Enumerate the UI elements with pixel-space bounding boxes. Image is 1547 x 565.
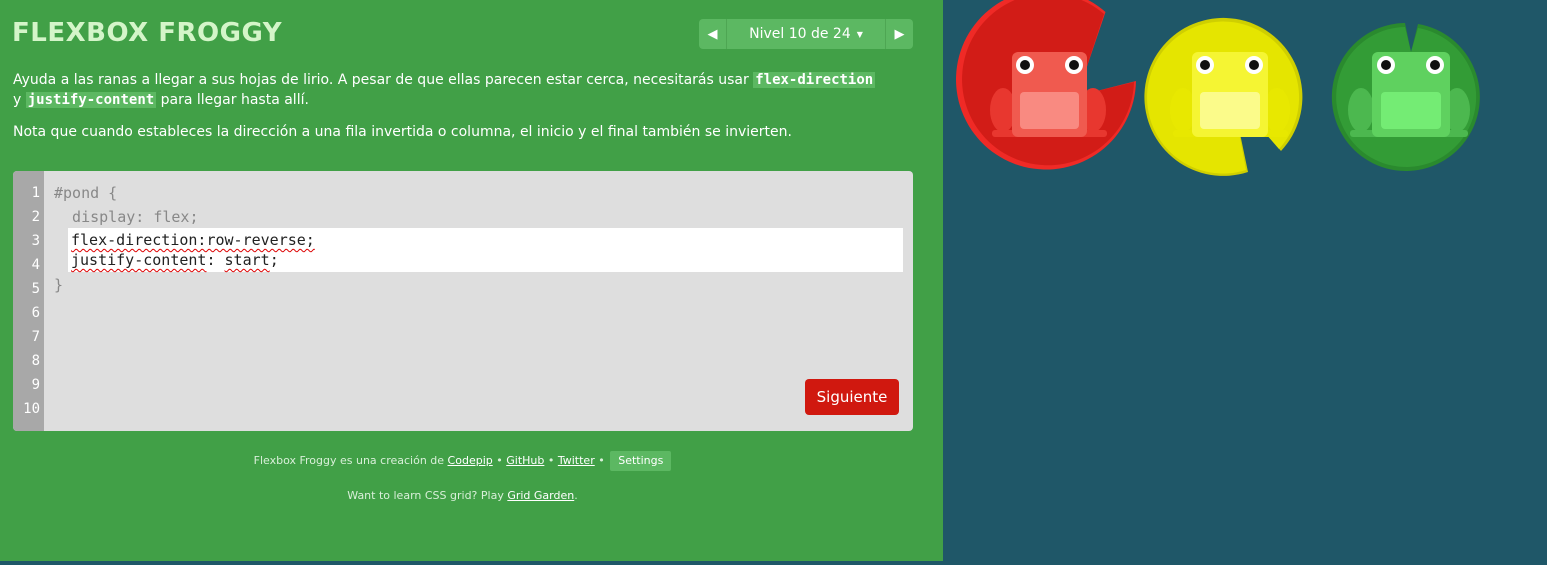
input-line-1: flex-direction:row-reverse; bbox=[71, 231, 315, 249]
twitter-link[interactable]: Twitter bbox=[558, 454, 595, 467]
level-navigator: ◀ Nivel 10 de 24 ▼ ▶ bbox=[699, 19, 913, 49]
caret-down-icon: ▼ bbox=[856, 29, 863, 39]
settings-button[interactable]: Settings bbox=[610, 451, 672, 471]
instructions: Ayuda a las ranas a llegar a sus hojas d… bbox=[13, 70, 883, 154]
code-line-1: #pond { bbox=[54, 184, 118, 202]
codepip-link[interactable]: Codepip bbox=[448, 454, 493, 467]
line-number: 1 bbox=[31, 185, 40, 201]
line-number: 9 bbox=[31, 377, 40, 393]
css-input[interactable]: flex-direction:row-reverse; justify-cont… bbox=[68, 228, 903, 272]
prev-level-button[interactable]: ◀ bbox=[699, 19, 727, 49]
input-property: justify-content bbox=[71, 251, 207, 269]
input-value: start bbox=[224, 251, 270, 269]
code-line-5: } bbox=[54, 276, 64, 294]
instructions-panel: FLEXBOX FROGGY ◀ Nivel 10 de 24 ▼ ▶ Ayud… bbox=[0, 0, 943, 561]
arrow-right-icon: ▶ bbox=[894, 26, 905, 42]
level-dropdown[interactable]: Nivel 10 de 24 ▼ bbox=[727, 19, 885, 49]
line-number: 10 bbox=[23, 401, 40, 417]
code-editor: 1 2 3 4 5 6 7 8 9 10 #pond { display: fl… bbox=[13, 171, 913, 431]
grid-garden-link[interactable]: Grid Garden bbox=[507, 489, 574, 502]
input-text-1: flex-direction:row-reverse; bbox=[71, 231, 315, 249]
line-number: 3 bbox=[31, 233, 40, 249]
flex-direction-tag: flex-direction bbox=[753, 72, 876, 88]
line-number: 5 bbox=[31, 281, 40, 297]
next-level-button[interactable]: ▶ bbox=[885, 19, 913, 49]
code-line-2: display: flex; bbox=[54, 208, 199, 226]
line-number: 4 bbox=[31, 257, 40, 273]
line-number: 8 bbox=[31, 353, 40, 369]
level-label: Nivel 10 de 24 bbox=[749, 26, 851, 42]
line-number: 7 bbox=[31, 329, 40, 345]
next-button[interactable]: Siguiente bbox=[805, 379, 899, 415]
justify-content-tag: justify-content bbox=[25, 92, 157, 108]
instructions-paragraph-2: Nota que cuando estableces la dirección … bbox=[13, 124, 792, 140]
line-number-gutter: 1 2 3 4 5 6 7 8 9 10 bbox=[13, 171, 44, 431]
pond bbox=[943, 0, 1547, 561]
instructions-paragraph-1: Ayuda a las ranas a llegar a sus hojas d… bbox=[13, 72, 876, 108]
arrow-left-icon: ◀ bbox=[707, 26, 718, 42]
app-title: FLEXBOX FROGGY bbox=[12, 18, 283, 48]
input-line-2: justify-content: start; bbox=[71, 251, 279, 269]
line-number: 6 bbox=[31, 305, 40, 321]
line-number: 2 bbox=[31, 209, 40, 225]
credits: Flexbox Froggy es una creación de Codepi… bbox=[0, 451, 925, 471]
grid-garden-note: Want to learn CSS grid? Play Grid Garden… bbox=[347, 489, 578, 502]
pond-scene bbox=[956, 0, 1480, 176]
github-link[interactable]: GitHub bbox=[506, 454, 544, 467]
